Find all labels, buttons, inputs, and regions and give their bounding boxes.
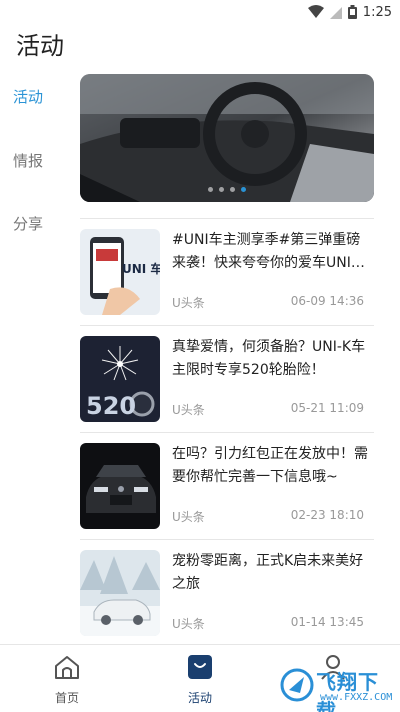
feed-thumbnail	[80, 550, 160, 636]
feed-thumbnail: UNI 车主测享季	[80, 229, 160, 315]
side-nav-item-intel[interactable]: 情报	[13, 150, 43, 171]
feed-thumbnail	[80, 443, 160, 529]
feed-item-title: 宠粉零距离，正式K启未来美好之旅	[172, 553, 364, 592]
carousel-dot[interactable]	[241, 187, 246, 192]
feed-item-source: U头条	[172, 296, 205, 310]
feed-item-date: 01-14 13:45	[290, 615, 364, 629]
feed-item-date: 06-09 14:36	[290, 294, 364, 308]
side-nav-item-activity[interactable]: 活动	[13, 86, 43, 107]
news-feed: UNI 车主测享季 #UNI车主测享季#第三弹重磅来袭！快来夸夸你的爱车UNI……	[80, 218, 374, 646]
carousel-dot[interactable]	[208, 187, 213, 192]
watermark: 飞翔下载 www.FXXZ.COM	[280, 664, 396, 712]
status-bar: 1:25	[0, 0, 400, 24]
signal-icon	[329, 7, 342, 19]
tab-activity-label: 活动	[187, 691, 212, 705]
watermark-text: 飞翔下载	[316, 670, 379, 712]
wifi-icon	[307, 5, 324, 18]
thumb-520-text: 520	[86, 392, 136, 420]
page-title: 活动	[16, 32, 64, 60]
feed-item-date: 02-23 18:10	[290, 508, 364, 522]
bag-icon	[188, 655, 212, 679]
banner-image	[80, 74, 374, 202]
carousel-dots	[80, 187, 374, 192]
battery-icon	[347, 5, 357, 19]
status-time: 1:25	[362, 4, 392, 20]
feed-item-title: 在吗？引力红包正在发放中！需要你帮忙完善一下信息哦~	[172, 446, 368, 485]
watermark-logo-icon	[280, 668, 314, 702]
watermark-url: www.FXXZ.COM	[320, 692, 393, 703]
thumb-uni-text: UNI 车主测享季	[122, 261, 160, 276]
tab-home-label: 首页	[54, 691, 79, 705]
home-icon	[55, 656, 79, 679]
feed-item-title: #UNI车主测享季#第三弹重磅来袭！快来夸夸你的爱车UNI…	[172, 232, 365, 271]
side-nav-item-share[interactable]: 分享	[13, 213, 43, 234]
carousel-dot[interactable]	[219, 187, 224, 192]
feed-item-source: U头条	[172, 510, 205, 524]
feed-item-date: 05-21 11:09	[290, 401, 364, 415]
feed-item-source: U头条	[172, 617, 205, 631]
carousel-dot[interactable]	[230, 187, 235, 192]
feed-item[interactable]: 宠粉零距离，正式K启未来美好之旅 U头条 01-14 13:45	[80, 539, 374, 646]
feed-thumbnail: 520	[80, 336, 160, 422]
tab-activity[interactable]: 活动	[155, 645, 245, 712]
status-icons: 1:25	[307, 4, 392, 20]
banner-carousel[interactable]	[80, 74, 374, 202]
feed-item-source: U头条	[172, 403, 205, 417]
feed-item[interactable]: 520 真挚爱情，何须备胎？UNI-K车主限时专享520轮胎险！ U头条 05-…	[80, 325, 374, 432]
feed-item[interactable]: 在吗？引力红包正在发放中！需要你帮忙完善一下信息哦~ U头条 02-23 18:…	[80, 432, 374, 539]
feed-item[interactable]: UNI 车主测享季 #UNI车主测享季#第三弹重磅来袭！快来夸夸你的爱车UNI……	[80, 218, 374, 325]
tab-home[interactable]: 首页	[22, 645, 112, 712]
feed-item-title: 真挚爱情，何须备胎？UNI-K车主限时专享520轮胎险！	[172, 339, 366, 378]
